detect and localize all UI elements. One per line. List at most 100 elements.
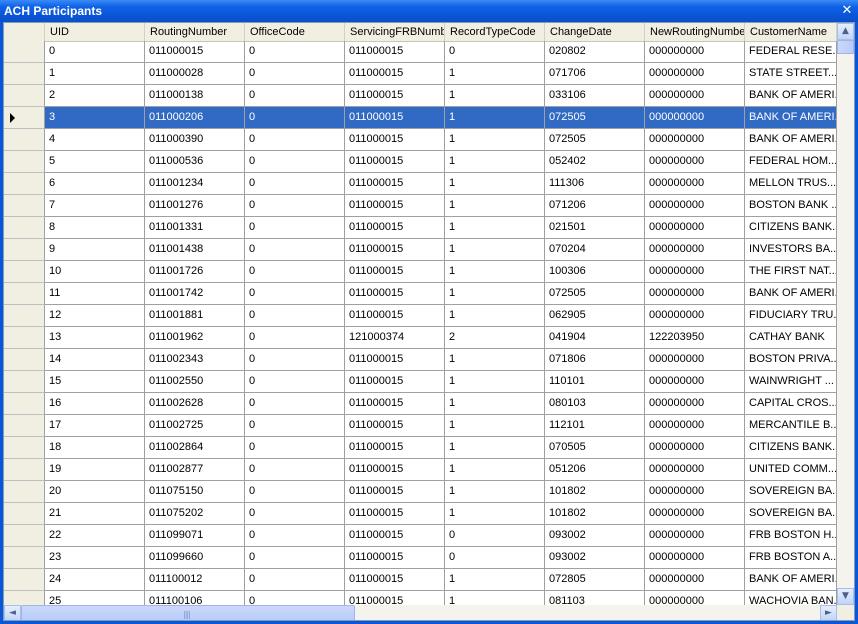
cell-record-type-code[interactable]: 1	[445, 151, 545, 173]
cell-record-type-code[interactable]: 1	[445, 415, 545, 437]
cell-servicing-frb-number[interactable]: 011000015	[345, 459, 445, 481]
cell-customer-name[interactable]: UNITED COMM...	[745, 459, 837, 481]
row-header[interactable]	[4, 305, 45, 327]
cell-customer-name[interactable]: BOSTON PRIVA...	[745, 349, 837, 371]
cell-customer-name[interactable]: CITIZENS BANK...	[745, 217, 837, 239]
row-header[interactable]	[4, 415, 45, 437]
row-header[interactable]	[4, 63, 45, 85]
cell-new-routing-number[interactable]: 000000000	[645, 85, 745, 107]
scroll-up-button[interactable]: ▲	[837, 23, 854, 40]
cell-uid[interactable]: 11	[45, 283, 145, 305]
table-row[interactable]: 12 011001881 0 011000015 1 062905 000000000 FID…	[4, 305, 837, 327]
cell-office-code[interactable]: 0	[245, 85, 345, 107]
cell-new-routing-number[interactable]: 000000000	[645, 63, 745, 85]
cell-uid[interactable]: 10	[45, 261, 145, 283]
row-header[interactable]	[4, 349, 45, 371]
cell-routing-number[interactable]: 011000028	[145, 63, 245, 85]
cell-servicing-frb-number[interactable]: 011000015	[345, 173, 445, 195]
cell-uid[interactable]: 3	[45, 107, 145, 129]
cell-customer-name[interactable]: BANK OF AMERI...	[745, 283, 837, 305]
cell-change-date[interactable]: 021501	[545, 217, 645, 239]
table-row[interactable]: 23 011099660 0 011000015 0 093002 000000000 FRB…	[4, 547, 837, 569]
cell-routing-number[interactable]: 011001331	[145, 217, 245, 239]
table-row[interactable]: 21 011075202 0 011000015 1 101802 000000000 SOV…	[4, 503, 837, 525]
table-row[interactable]: 11 011001742 0 011000015 1 072505 000000000 BAN…	[4, 283, 837, 305]
cell-new-routing-number[interactable]: 000000000	[645, 239, 745, 261]
cell-servicing-frb-number[interactable]: 011000015	[345, 437, 445, 459]
cell-uid[interactable]: 4	[45, 129, 145, 151]
cell-change-date[interactable]: 101802	[545, 481, 645, 503]
cell-office-code[interactable]: 0	[245, 129, 345, 151]
row-header[interactable]	[4, 327, 45, 349]
cell-new-routing-number[interactable]: 000000000	[645, 217, 745, 239]
cell-routing-number[interactable]: 011001962	[145, 327, 245, 349]
cell-servicing-frb-number[interactable]: 011000015	[345, 107, 445, 129]
cell-record-type-code[interactable]: 1	[445, 173, 545, 195]
scroll-down-button[interactable]: ▼	[837, 588, 854, 605]
cell-uid[interactable]: 15	[45, 371, 145, 393]
row-header[interactable]	[4, 371, 45, 393]
cell-record-type-code[interactable]: 1	[445, 217, 545, 239]
cell-new-routing-number[interactable]: 000000000	[645, 283, 745, 305]
cell-new-routing-number[interactable]: 000000000	[645, 415, 745, 437]
table-row[interactable]: 1 011000028 0 011000015 1 071706 000000000 STAT…	[4, 63, 837, 85]
cell-uid[interactable]: 25	[45, 591, 145, 605]
cell-uid[interactable]: 6	[45, 173, 145, 195]
cell-record-type-code[interactable]: 2	[445, 327, 545, 349]
cell-change-date[interactable]: 100306	[545, 261, 645, 283]
cell-office-code[interactable]: 0	[245, 41, 345, 63]
cell-servicing-frb-number[interactable]: 011000015	[345, 63, 445, 85]
cell-record-type-code[interactable]: 1	[445, 261, 545, 283]
cell-new-routing-number[interactable]: 000000000	[645, 129, 745, 151]
cell-change-date[interactable]: 111306	[545, 173, 645, 195]
cell-office-code[interactable]: 0	[245, 63, 345, 85]
scroll-left-button[interactable]: ◄	[4, 605, 21, 620]
column-header-servicing-frb-number[interactable]: ServicingFRBNumb	[345, 23, 445, 41]
cell-customer-name[interactable]: CITIZENS BANK...	[745, 437, 837, 459]
cell-routing-number[interactable]: 011000015	[145, 41, 245, 63]
cell-uid[interactable]: 1	[45, 63, 145, 85]
cell-servicing-frb-number[interactable]: 011000015	[345, 129, 445, 151]
cell-uid[interactable]: 23	[45, 547, 145, 569]
cell-servicing-frb-number[interactable]: 011000015	[345, 547, 445, 569]
cell-routing-number[interactable]: 011002628	[145, 393, 245, 415]
row-header[interactable]	[4, 459, 45, 481]
cell-servicing-frb-number[interactable]: 011000015	[345, 525, 445, 547]
table-row[interactable]: 8 011001331 0 011000015 1 021501 000000000 CITI…	[4, 217, 837, 239]
cell-routing-number[interactable]: 011000536	[145, 151, 245, 173]
cell-servicing-frb-number[interactable]: 011000015	[345, 151, 445, 173]
cell-change-date[interactable]: 101802	[545, 503, 645, 525]
cell-customer-name[interactable]: CATHAY BANK	[745, 327, 837, 349]
cell-servicing-frb-number[interactable]: 011000015	[345, 217, 445, 239]
cell-routing-number[interactable]: 011002343	[145, 349, 245, 371]
cell-new-routing-number[interactable]: 000000000	[645, 459, 745, 481]
cell-uid[interactable]: 9	[45, 239, 145, 261]
cell-servicing-frb-number[interactable]: 011000015	[345, 305, 445, 327]
cell-record-type-code[interactable]: 1	[445, 129, 545, 151]
row-header[interactable]	[4, 261, 45, 283]
cell-servicing-frb-number[interactable]: 011000015	[345, 481, 445, 503]
cell-office-code[interactable]: 0	[245, 415, 345, 437]
cell-customer-name[interactable]: MELLON TRUS...	[745, 173, 837, 195]
cell-servicing-frb-number[interactable]: 121000374	[345, 327, 445, 349]
row-header[interactable]	[4, 151, 45, 173]
cell-servicing-frb-number[interactable]: 011000015	[345, 569, 445, 591]
cell-office-code[interactable]: 0	[245, 459, 345, 481]
cell-record-type-code[interactable]: 1	[445, 481, 545, 503]
table-row[interactable]: 24 011100012 0 011000015 1 072805 000000000 BAN…	[4, 569, 837, 591]
cell-change-date[interactable]: 071806	[545, 349, 645, 371]
cell-new-routing-number[interactable]: 000000000	[645, 173, 745, 195]
cell-new-routing-number[interactable]: 000000000	[645, 591, 745, 605]
cell-office-code[interactable]: 0	[245, 327, 345, 349]
row-header[interactable]	[4, 591, 45, 605]
cell-record-type-code[interactable]: 1	[445, 459, 545, 481]
cell-record-type-code[interactable]: 0	[445, 525, 545, 547]
vertical-scrollbar[interactable]: ▲ ▼	[837, 23, 854, 605]
cell-office-code[interactable]: 0	[245, 569, 345, 591]
cell-office-code[interactable]: 0	[245, 305, 345, 327]
cell-routing-number[interactable]: 011002725	[145, 415, 245, 437]
cell-office-code[interactable]: 0	[245, 195, 345, 217]
row-header[interactable]	[4, 195, 45, 217]
cell-new-routing-number[interactable]: 000000000	[645, 151, 745, 173]
row-header[interactable]	[4, 85, 45, 107]
